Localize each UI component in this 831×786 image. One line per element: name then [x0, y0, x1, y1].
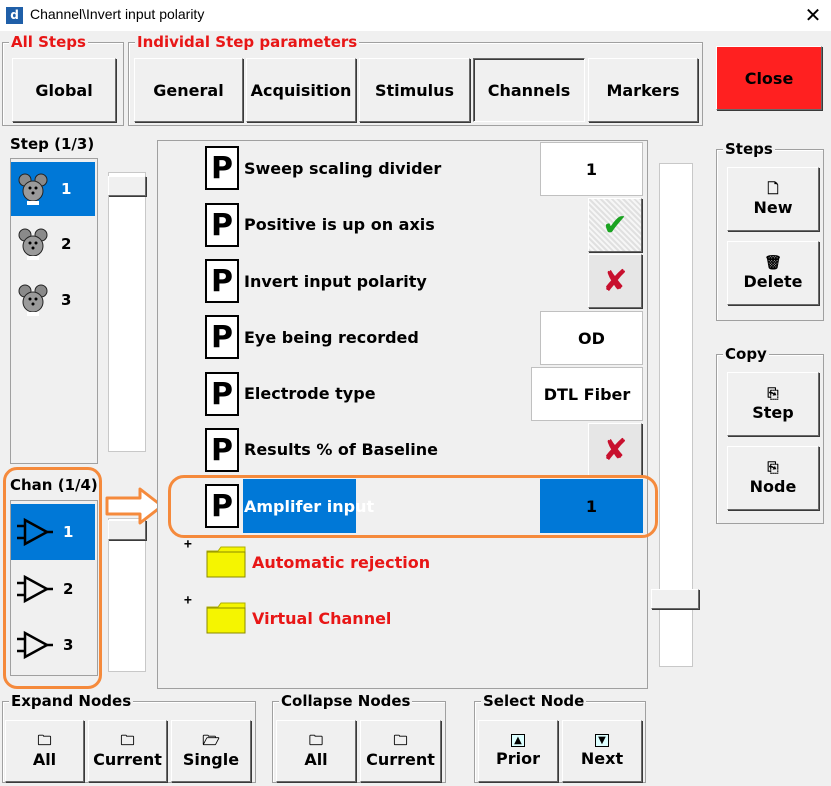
- parameter-icon: P: [205, 315, 239, 359]
- new-step-button[interactable]: 🗋 New: [727, 167, 819, 231]
- chan-scrollbar[interactable]: [108, 518, 146, 672]
- copy-node-label: Node: [749, 476, 797, 496]
- mouse-icon: [18, 228, 48, 260]
- individual-step-label: Individal Step parameters: [135, 33, 360, 51]
- folders-icon: 🗀: [120, 732, 135, 749]
- expand-all-label: All: [32, 749, 57, 769]
- step-scrollbar[interactable]: [108, 172, 146, 452]
- up-arrow-icon: ▲: [511, 734, 525, 747]
- expand-toggle[interactable]: +: [184, 537, 192, 552]
- step-item-2[interactable]: 2: [11, 217, 95, 271]
- collapse-current-label: Current: [366, 749, 435, 769]
- collapse-current-button[interactable]: 🗀 Current: [360, 720, 441, 782]
- window-close-icon[interactable]: ✕: [796, 1, 830, 29]
- delete-step-button[interactable]: 🗑 Delete: [727, 241, 819, 305]
- row-highlight-outline: [168, 475, 658, 538]
- collapse-all-button[interactable]: 🗀 All: [276, 720, 356, 782]
- tab-markers[interactable]: Markers: [588, 58, 698, 122]
- prior-node-button[interactable]: ▲ Prior: [478, 720, 558, 782]
- folder-label[interactable]: Virtual Channel: [252, 609, 391, 628]
- expand-nodes-label: Expand Nodes: [9, 692, 134, 710]
- next-node-label: Next: [580, 749, 624, 768]
- trash-icon: 🗑: [764, 254, 782, 271]
- collapse-all-label: All: [304, 749, 328, 769]
- eye-recorded-field[interactable]: OD: [540, 311, 643, 365]
- param-label: Invert input polarity: [244, 272, 427, 291]
- step-scrollbar-thumb[interactable]: [108, 176, 146, 196]
- param-label: Sweep scaling divider: [244, 159, 442, 178]
- param-label: Electrode type: [244, 384, 376, 403]
- next-node-button[interactable]: ▼ Next: [562, 720, 642, 782]
- positive-up-checkbox[interactable]: ✔: [588, 198, 642, 252]
- parameter-icon: P: [205, 428, 239, 472]
- folders-icon: 🗀: [309, 732, 323, 749]
- tab-channels[interactable]: Channels: [473, 58, 585, 122]
- param-label: Eye being recorded: [244, 328, 419, 347]
- window-title: Channel\Invert input polarity: [30, 6, 205, 22]
- electrode-type-field[interactable]: DTL Fiber: [531, 367, 643, 421]
- param-label: Results % of Baseline: [244, 440, 439, 459]
- steps-group-label: Steps: [723, 140, 775, 158]
- expand-single-label: Single: [182, 749, 240, 769]
- sweep-scaling-divider-field[interactable]: 1: [540, 142, 643, 196]
- folder-icon: [206, 602, 246, 634]
- tree-scrollbar-thumb[interactable]: [651, 589, 699, 609]
- folder-label[interactable]: Automatic rejection: [252, 553, 430, 572]
- copy-pages-icon: ⎘: [767, 385, 779, 402]
- step-item-3[interactable]: 3: [11, 273, 95, 327]
- step-list: 1 2 3: [10, 158, 98, 464]
- down-arrow-icon: ▼: [595, 734, 609, 747]
- select-node-label: Select Node: [481, 692, 587, 710]
- chan-highlight-outline: [3, 467, 102, 689]
- copy-step-button[interactable]: ⎘ Step: [727, 372, 819, 436]
- expand-toggle[interactable]: +: [184, 593, 192, 608]
- global-button[interactable]: Global: [12, 58, 116, 122]
- invert-polarity-checkbox[interactable]: ✘: [588, 254, 642, 308]
- mouse-icon: [18, 173, 48, 205]
- copy-node-button[interactable]: ⎘ Node: [727, 446, 819, 510]
- tab-stimulus[interactable]: Stimulus: [359, 58, 470, 122]
- step-item-label: 3: [61, 291, 72, 309]
- prior-node-label: Prior: [496, 749, 540, 768]
- step-item-1[interactable]: 1: [11, 162, 95, 216]
- step-item-label: 1: [61, 180, 72, 198]
- copy-group-label: Copy: [723, 345, 769, 363]
- parameter-icon: P: [205, 203, 239, 247]
- expand-single-button[interactable]: 🗁 Single: [171, 720, 251, 782]
- folders-icon: 🗀: [393, 732, 408, 749]
- tab-acquisition[interactable]: Acquisition: [246, 58, 356, 122]
- tab-general[interactable]: General: [134, 58, 243, 122]
- new-document-icon: 🗋: [767, 180, 779, 197]
- expand-current-label: Current: [93, 749, 162, 769]
- close-button[interactable]: Close: [716, 46, 822, 110]
- delete-step-label: Delete: [743, 271, 803, 291]
- param-label: Positive is up on axis: [244, 215, 435, 234]
- copy-pages-icon: ⎘: [767, 459, 779, 476]
- new-step-label: New: [753, 197, 793, 217]
- folders-icon: 🗀: [37, 732, 52, 749]
- mouse-icon: [18, 284, 48, 316]
- parameter-icon: P: [205, 146, 239, 190]
- expand-all-button[interactable]: 🗀 All: [5, 720, 84, 782]
- results-baseline-checkbox[interactable]: ✘: [588, 423, 642, 477]
- expand-current-button[interactable]: 🗀 Current: [88, 720, 167, 782]
- copy-step-label: Step: [752, 402, 794, 422]
- folder-icon: [206, 546, 246, 578]
- step-list-label: Step (1/3): [10, 135, 95, 153]
- app-icon: d: [6, 7, 23, 24]
- parameter-icon: P: [205, 259, 239, 303]
- collapse-nodes-label: Collapse Nodes: [279, 692, 413, 710]
- parameter-icon: P: [205, 372, 239, 416]
- step-item-label: 2: [61, 235, 72, 253]
- all-steps-label: All Steps: [9, 33, 88, 51]
- folder-open-icon: 🗁: [202, 732, 220, 749]
